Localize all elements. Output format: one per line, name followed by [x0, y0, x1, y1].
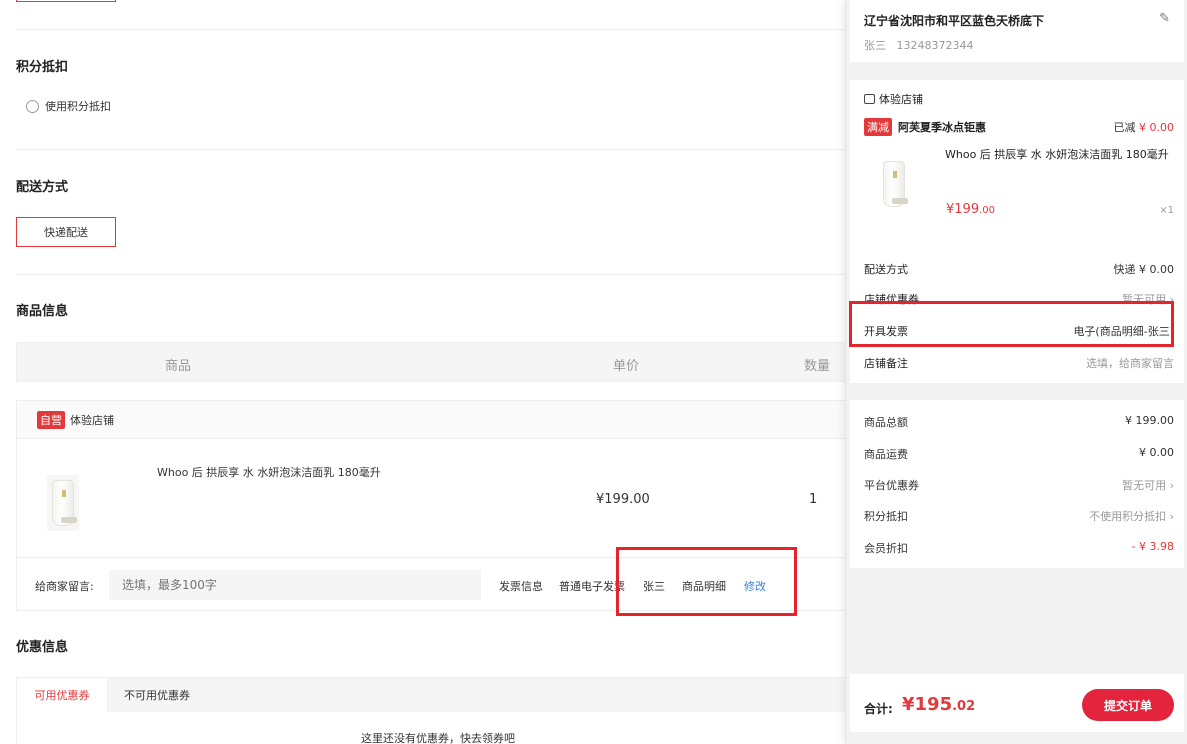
- divider: [16, 29, 860, 30]
- member-discount-value: - ¥ 3.98: [1131, 540, 1174, 553]
- receiver-phone: 13248372344: [896, 39, 974, 52]
- message-input[interactable]: [109, 570, 481, 600]
- promo-row: 满减 阿芙夏季冰点钜惠: [864, 118, 986, 136]
- order-form: 积分抵扣 使用积分抵扣 配送方式 快递配送 商品信息 商品 单价 数量 自营 体…: [0, 0, 860, 744]
- radio-icon[interactable]: [26, 99, 39, 113]
- promo-badge: 满减: [864, 118, 892, 136]
- delivery-row: 配送方式 快递 ¥ 0.00: [864, 261, 1174, 277]
- express-delivery-button[interactable]: 快递配送: [16, 217, 116, 247]
- tab-available-coupons[interactable]: 可用优惠券: [17, 678, 107, 712]
- remark-label: 店铺备注: [864, 357, 908, 370]
- points-section-title: 积分抵扣: [16, 60, 69, 75]
- promo-saved: 已减 ¥ 0.00: [1114, 119, 1175, 135]
- shop-header: 体验店铺: [864, 91, 923, 107]
- promo-saved-label: 已减: [1113, 121, 1136, 134]
- summary-card: 商品总额 ¥ 199.00 商品运费 ¥ 0.00 平台优惠券 暂无可用 › 积…: [850, 400, 1184, 568]
- product-tube-icon: [52, 480, 77, 526]
- promo-saved-value: ¥ 0.00: [1139, 121, 1174, 134]
- submit-order-button[interactable]: 提交订单: [1082, 689, 1174, 721]
- divider: [16, 274, 860, 275]
- product-tube-icon: [883, 161, 908, 207]
- delivery-label: 配送方式: [864, 263, 908, 276]
- header-unit-price: 单价: [613, 359, 640, 374]
- panel-product-image[interactable]: [878, 156, 910, 212]
- address-text: 辽宁省沈阳市和平区蓝色天桥底下: [864, 14, 1045, 28]
- header-quantity: 数量: [804, 359, 831, 374]
- points-row[interactable]: 积分抵扣 不使用积分抵扣 ›: [864, 508, 1174, 524]
- remark-row[interactable]: 店铺备注 选填，给商家留言: [864, 355, 1174, 371]
- total-decimal: .02: [952, 699, 976, 714]
- shop-name: 体验店铺: [879, 93, 923, 106]
- platform-coupon-value: 暂无可用 ›: [1122, 479, 1174, 492]
- checkout-drawer: 辽宁省沈阳市和平区蓝色天桥底下 张三 13248372344 ✎ 体验店铺 满减…: [845, 0, 1187, 744]
- coupon-block: 可用优惠券 不可用优惠券 这里还没有优惠券，快去领券吧: [16, 677, 860, 744]
- coupon-tabs: 可用优惠券 不可用优惠券: [17, 678, 859, 712]
- shipping-section-title: 配送方式: [16, 180, 69, 195]
- platform-coupon-row[interactable]: 平台优惠券 暂无可用 ›: [864, 477, 1174, 493]
- self-operated-badge: 自营: [37, 410, 65, 429]
- panel-product-qty: ×1: [1159, 205, 1174, 216]
- divider: [16, 149, 860, 150]
- points-value: 不使用积分抵扣 ›: [1089, 510, 1174, 523]
- panel-product-price: ¥199.00: [946, 202, 995, 217]
- total-amount: ¥195.02: [902, 694, 975, 715]
- invoice-highlight-box: [616, 547, 797, 616]
- header-product: 商品: [165, 359, 192, 374]
- edit-pen-icon[interactable]: ✎: [1159, 11, 1170, 26]
- member-discount-label: 会员折扣: [864, 542, 908, 555]
- use-points-label: 使用积分抵扣: [45, 100, 111, 113]
- goods-total-value: ¥ 199.00: [1125, 414, 1174, 427]
- goods-total-label: 商品总额: [864, 416, 908, 429]
- member-discount-row: 会员折扣 - ¥ 3.98: [864, 540, 1174, 556]
- product-name[interactable]: Whoo 后 拱辰享 水 水妍泡沫洁面乳 180毫升: [157, 464, 381, 480]
- receiver-name: 张三: [864, 39, 886, 52]
- product-unit-price: ¥199.00: [596, 492, 650, 507]
- freight-row: 商品运费 ¥ 0.00: [864, 446, 1174, 462]
- points-label: 积分抵扣: [864, 510, 908, 523]
- total-main: ¥195: [902, 694, 953, 715]
- freight-value: ¥ 0.00: [1139, 446, 1174, 459]
- remark-value: 选填，给商家留言: [1086, 357, 1174, 370]
- delivery-value: 快递 ¥ 0.00: [1113, 263, 1174, 276]
- product-quantity: 1: [809, 492, 818, 507]
- panel-product-name: Whoo 后 拱辰享 水 水妍泡沫洁面乳 180毫升: [945, 148, 1169, 161]
- tab-unavailable-coupons[interactable]: 不可用优惠券: [107, 678, 207, 712]
- coupon-empty-text: 这里还没有优惠券，快去领券吧: [361, 732, 515, 744]
- total-label: 合计:: [864, 702, 893, 716]
- panel-price-decimal: .00: [979, 205, 995, 216]
- panel-price-main: ¥199: [946, 202, 980, 217]
- coupon-section-title: 优惠信息: [16, 640, 69, 655]
- freight-label: 商品运费: [864, 448, 908, 461]
- receiver-info: 张三 13248372344: [864, 37, 973, 53]
- product-image[interactable]: [47, 475, 79, 531]
- use-points-option[interactable]: 使用积分抵扣: [26, 98, 111, 114]
- previous-section-button[interactable]: [16, 0, 116, 2]
- address-card[interactable]: 辽宁省沈阳市和平区蓝色天桥底下 张三 13248372344 ✎: [850, 0, 1184, 62]
- invoice-row-highlight-box: [849, 301, 1174, 347]
- store-icon: [864, 94, 875, 104]
- store-header: 自营 体验店铺: [17, 401, 859, 439]
- store-name: 体验店铺: [70, 413, 114, 427]
- goods-table-header: 商品 单价 数量: [16, 342, 860, 382]
- invoice-label: 发票信息: [499, 580, 543, 593]
- message-label: 给商家留言:: [35, 580, 94, 593]
- promo-name: 阿芙夏季冰点钜惠: [898, 121, 986, 134]
- platform-coupon-label: 平台优惠券: [864, 479, 919, 492]
- goods-total-row: 商品总额 ¥ 199.00: [864, 414, 1174, 430]
- goods-section-title: 商品信息: [16, 304, 69, 319]
- checkout-bar: 合计: ¥195.02 提交订单: [850, 674, 1184, 732]
